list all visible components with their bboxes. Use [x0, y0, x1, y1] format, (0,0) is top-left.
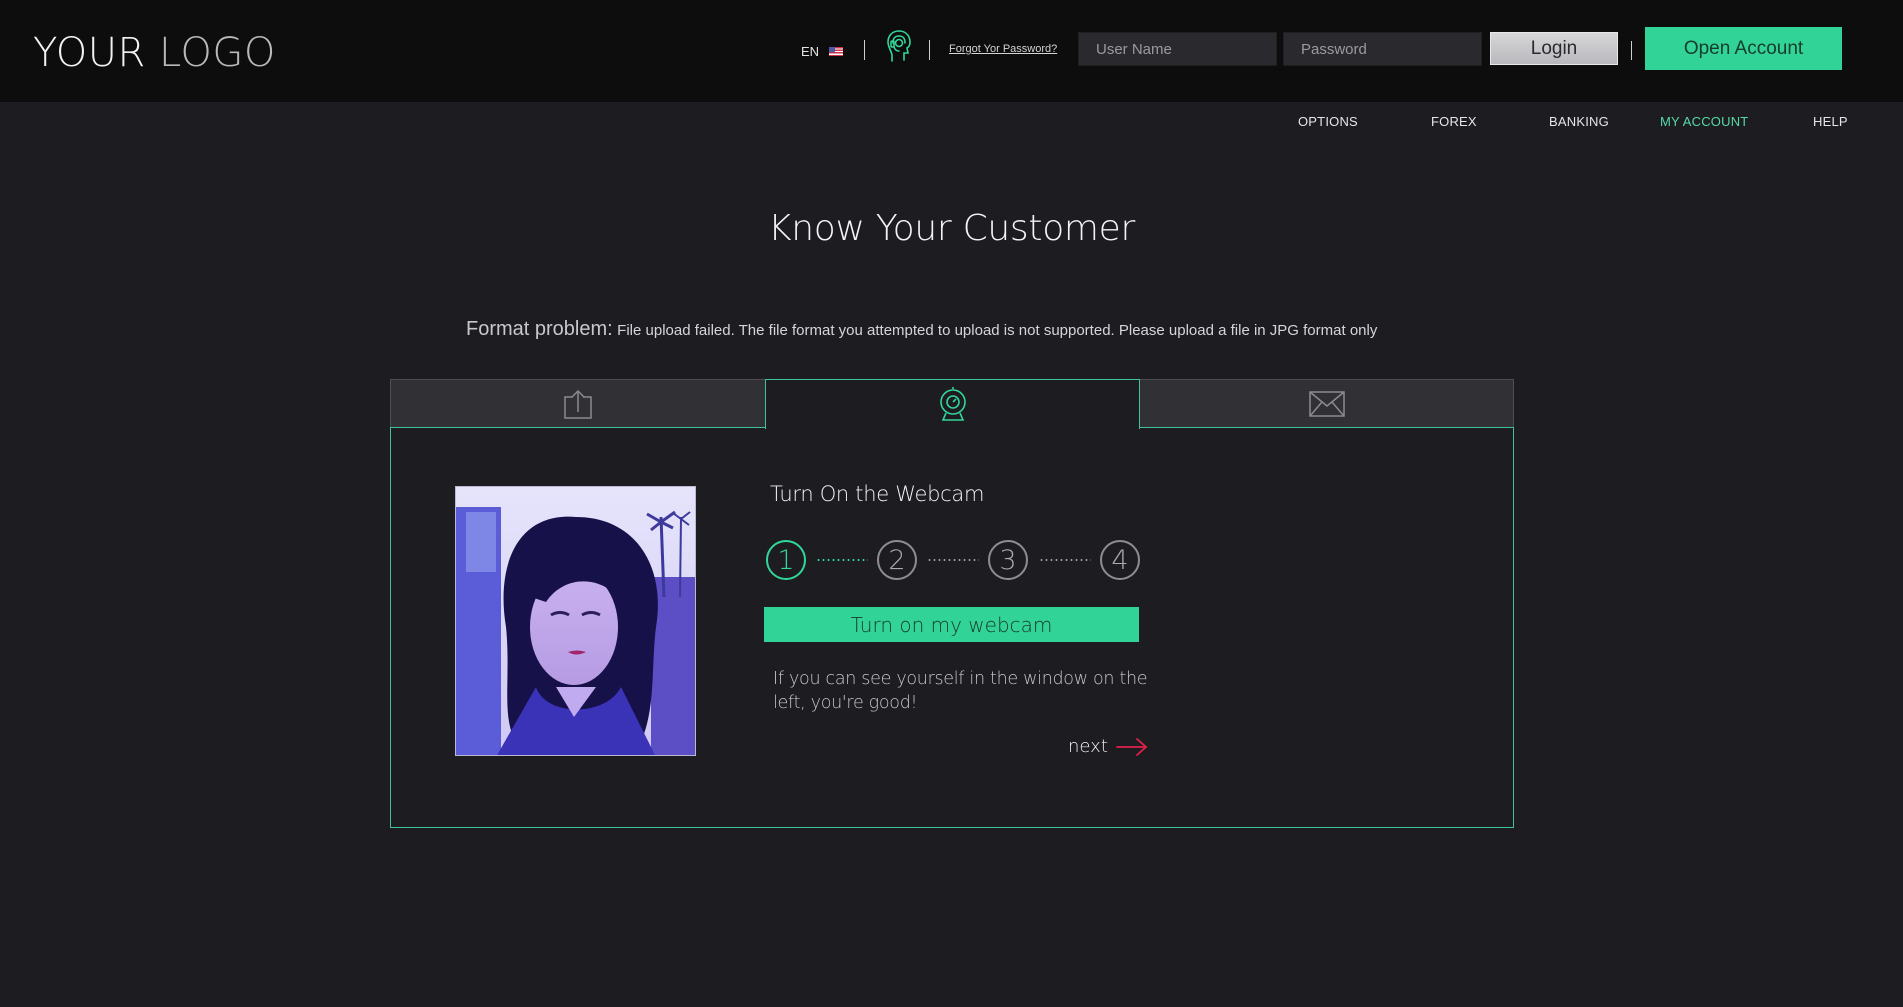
nav-item-options[interactable]: OPTIONS — [1298, 114, 1358, 129]
error-label: Format problem: — [466, 318, 613, 340]
nav-item-forex[interactable]: FOREX — [1431, 114, 1477, 129]
divider — [864, 40, 865, 60]
tab-email[interactable] — [1139, 379, 1514, 428]
divider — [929, 40, 930, 60]
next-label: next — [1068, 736, 1108, 757]
logo-text-primary: YOUR — [33, 30, 146, 76]
forgot-password-link[interactable]: Forgot Yor Password? — [949, 43, 1057, 55]
step-connector — [927, 559, 979, 561]
step-indicator-3: 3 — [988, 540, 1028, 580]
open-account-button[interactable]: Open Account — [1645, 27, 1842, 70]
divider — [1631, 41, 1632, 60]
turn-on-webcam-button[interactable]: Turn on my webcam — [764, 607, 1139, 642]
language-selector[interactable]: EN — [801, 44, 844, 59]
kyc-tabs — [390, 379, 1514, 429]
webcam-icon — [939, 386, 966, 421]
nav-item-my-account[interactable]: MY ACCOUNT — [1660, 114, 1748, 129]
logo-text-secondary: LOGO — [159, 30, 276, 76]
tab-upload[interactable] — [390, 379, 766, 428]
next-button[interactable]: next — [1068, 736, 1148, 757]
language-label: EN — [801, 44, 820, 59]
envelope-icon — [1308, 390, 1345, 417]
arrow-right-icon — [1115, 737, 1148, 756]
step-connector — [1039, 559, 1091, 561]
tab-webcam[interactable] — [765, 379, 1140, 429]
top-header: YOUR LOGO EN Forgot Yor Password? Login … — [0, 0, 1903, 102]
us-flag-icon — [829, 47, 844, 56]
username-input[interactable] — [1078, 32, 1277, 66]
step-indicator-1: 1 — [766, 540, 806, 580]
nav-item-banking[interactable]: BANKING — [1549, 114, 1609, 129]
step-indicator-4: 4 — [1100, 540, 1140, 580]
support-agent-icon[interactable] — [882, 26, 916, 64]
logo[interactable]: YOUR LOGO — [33, 30, 276, 76]
password-input[interactable] — [1283, 32, 1482, 66]
step-connector — [816, 559, 868, 561]
step-title: Turn On the Webcam — [770, 482, 985, 506]
step-indicator-2: 2 — [877, 540, 917, 580]
webcam-hint-text: If you can see yourself in the window on… — [773, 669, 1148, 713]
login-button[interactable]: Login — [1490, 32, 1618, 65]
webcam-preview-image — [455, 486, 696, 756]
error-message: Format problem: File upload failed. The … — [466, 318, 1377, 341]
error-text: File upload failed. The file format you … — [617, 322, 1378, 339]
page-title: Know Your Customer — [767, 208, 1136, 249]
upload-icon — [564, 389, 592, 419]
nav-item-help[interactable]: HELP — [1813, 114, 1848, 129]
